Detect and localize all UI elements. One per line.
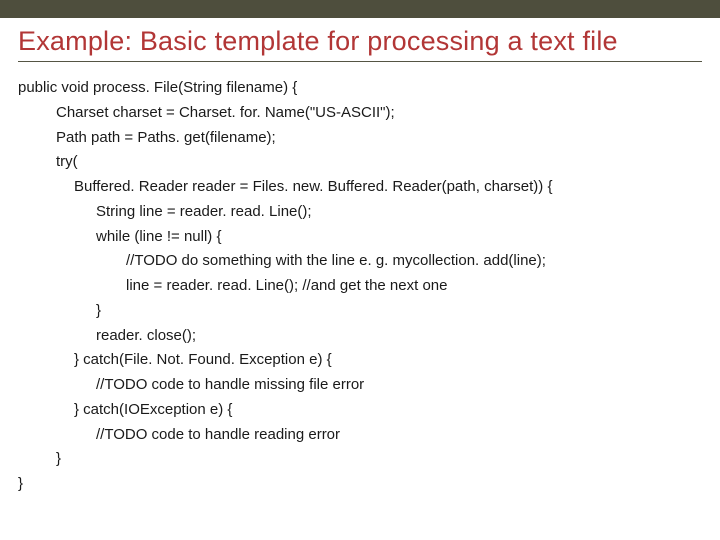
code-line: Charset charset = Charset. for. Name("US… — [18, 101, 702, 126]
slide: Example: Basic template for processing a… — [0, 0, 720, 540]
code-line: //TODO do something with the line e. g. … — [18, 249, 702, 274]
code-line: } catch(File. Not. Found. Exception e) { — [18, 348, 702, 373]
code-line: Buffered. Reader reader = Files. new. Bu… — [18, 175, 702, 200]
title-accent-bar — [0, 0, 720, 18]
code-line: public void process. File(String filenam… — [18, 76, 702, 101]
code-line: try( — [18, 150, 702, 175]
code-line: } catch(IOException e) { — [18, 398, 702, 423]
code-line: } — [18, 447, 702, 472]
code-block: public void process. File(String filenam… — [18, 76, 702, 497]
code-line: } — [18, 472, 702, 497]
code-line: String line = reader. read. Line(); — [18, 200, 702, 225]
code-line: Path path = Paths. get(filename); — [18, 126, 702, 151]
code-line: //TODO code to handle reading error — [18, 423, 702, 448]
code-line: } — [18, 299, 702, 324]
title-underline — [18, 61, 702, 62]
code-line: line = reader. read. Line(); //and get t… — [18, 274, 702, 299]
slide-title: Example: Basic template for processing a… — [18, 26, 702, 57]
code-line: while (line != null) { — [18, 225, 702, 250]
code-line: reader. close(); — [18, 324, 702, 349]
code-line: //TODO code to handle missing file error — [18, 373, 702, 398]
